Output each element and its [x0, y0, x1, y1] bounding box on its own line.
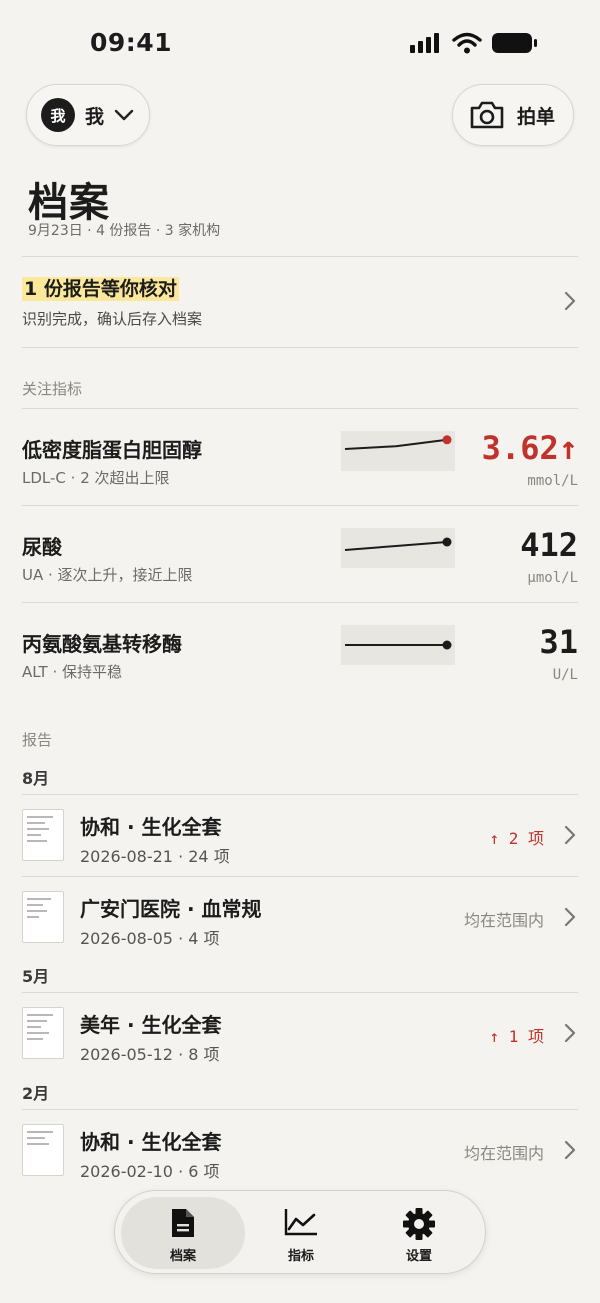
- tab-label: 档案: [169, 1249, 196, 1264]
- reports-section-label: 报告: [22, 731, 53, 749]
- sparkline-latest-point: [442, 537, 452, 547]
- metric-sub: ALT · 保持平稳: [22, 663, 123, 681]
- chevron-right-icon: [564, 907, 576, 927]
- report-meta: 2026-02-10 · 6 项: [80, 1162, 220, 1181]
- metric-unit: mmol/L: [527, 473, 578, 489]
- chevron-right-icon: [564, 825, 576, 845]
- metric-sub: LDL-C · 2 次超出上限: [22, 469, 170, 487]
- month-label: 8月: [22, 769, 50, 788]
- report-title: 协和 · 生化全套: [80, 815, 222, 839]
- month-label: 2月: [22, 1084, 50, 1103]
- chevron-right-icon: [564, 1023, 576, 1043]
- report-thumbnail: [22, 1124, 64, 1176]
- report-status: 均在范围内: [463, 1144, 544, 1163]
- month-label: 5月: [22, 967, 50, 986]
- report-status: 均在范围内: [463, 911, 544, 930]
- report-status: ↑ 1 项: [489, 1027, 544, 1046]
- report-status: ↑ 2 项: [489, 829, 544, 848]
- metric-value: 3.62↑: [481, 429, 578, 467]
- scan-report-button[interactable]: 拍单: [452, 84, 574, 146]
- report-meta: 2026-08-21 · 24 项: [80, 847, 230, 866]
- report-thumbnail: [22, 891, 64, 943]
- profile-name: 我: [85, 105, 105, 128]
- sparkline-band: [341, 431, 455, 471]
- sparkline: [341, 528, 455, 568]
- tab-archive[interactable]: 档案: [121, 1197, 245, 1269]
- report-title: 广安门医院 · 血常规: [80, 897, 262, 921]
- status-icons: [410, 32, 538, 54]
- status-time: 09:41: [90, 28, 173, 57]
- metric-name: 尿酸: [22, 535, 62, 559]
- scan-report-label: 拍单: [517, 105, 556, 128]
- review-description: 识别完成，确认后存入档案: [22, 310, 203, 328]
- tab-label: 设置: [405, 1249, 432, 1264]
- sparkline-latest-point: [442, 435, 452, 445]
- report-thumbnail: [22, 1007, 64, 1059]
- chart-icon: [284, 1209, 317, 1236]
- report-thumbnail: [22, 809, 64, 861]
- metric-name: 低密度脂蛋白胆固醇: [22, 438, 202, 462]
- camera-icon: [470, 101, 504, 129]
- metric-name: 丙氨酸氨基转移酶: [22, 632, 182, 656]
- report-row[interactable]: 协和 · 生化全套 2026-02-10 · 6 项 均在范围内: [22, 1110, 578, 1190]
- report-meta: 2026-05-12 · 8 项: [80, 1045, 220, 1064]
- metrics-section-label: 关注指标: [22, 380, 83, 398]
- metric-row-ua[interactable]: 尿酸 UA · 逐次上升，接近上限 412 μmol/L: [22, 506, 578, 602]
- metric-unit: U/L: [552, 667, 578, 683]
- metric-sub: UA · 逐次上升，接近上限: [22, 566, 193, 584]
- status-bar: 09:41: [0, 0, 600, 80]
- profile-switcher-button[interactable]: 我 我: [26, 84, 150, 146]
- report-row[interactable]: 广安门医院 · 血常规 2026-08-05 · 4 项 均在范围内: [22, 877, 578, 957]
- battery-icon: [492, 33, 537, 53]
- page-subtitle: 9月23日 · 4 份报告 · 3 家机构: [28, 223, 221, 239]
- cellular-signal-icon: [410, 33, 439, 53]
- pending-review-banner[interactable]: 1 份报告等你核对 识别完成，确认后存入档案: [22, 257, 578, 347]
- review-title: 1 份报告等你核对: [22, 277, 179, 301]
- sparkline: [341, 431, 455, 471]
- chevron-right-icon: [564, 1140, 576, 1160]
- avatar: 我: [41, 98, 75, 132]
- tab-metrics[interactable]: 指标: [239, 1197, 363, 1269]
- report-title: 美年 · 生化全套: [80, 1013, 222, 1037]
- report-row[interactable]: 协和 · 生化全套 2026-08-21 · 24 项 ↑ 2 项: [22, 795, 578, 875]
- metric-unit: μmol/L: [527, 570, 578, 586]
- gear-icon: [403, 1208, 435, 1240]
- tab-bar: 档案 指标 设置: [114, 1190, 486, 1274]
- metric-row-alt[interactable]: 丙氨酸氨基转移酶 ALT · 保持平稳 31 U/L: [22, 603, 578, 699]
- document-icon: [172, 1209, 194, 1237]
- divider: [22, 347, 578, 348]
- report-meta: 2026-08-05 · 4 项: [80, 929, 220, 948]
- report-title: 协和 · 生化全套: [80, 1130, 222, 1154]
- metric-row-ldl[interactable]: 低密度脂蛋白胆固醇 LDL-C · 2 次超出上限 3.62↑ mmol/L: [22, 409, 578, 505]
- chevron-right-icon: [564, 291, 576, 311]
- sparkline-latest-point: [442, 640, 452, 650]
- tab-settings[interactable]: 设置: [357, 1197, 481, 1269]
- chevron-down-icon: [114, 109, 134, 121]
- report-row[interactable]: 美年 · 生化全套 2026-05-12 · 8 项 ↑ 1 项: [22, 993, 578, 1073]
- wifi-icon: [452, 32, 482, 54]
- sparkline: [341, 625, 455, 665]
- metric-value: 31: [539, 623, 578, 661]
- metric-value: 412: [520, 526, 578, 564]
- tab-label: 指标: [287, 1249, 314, 1264]
